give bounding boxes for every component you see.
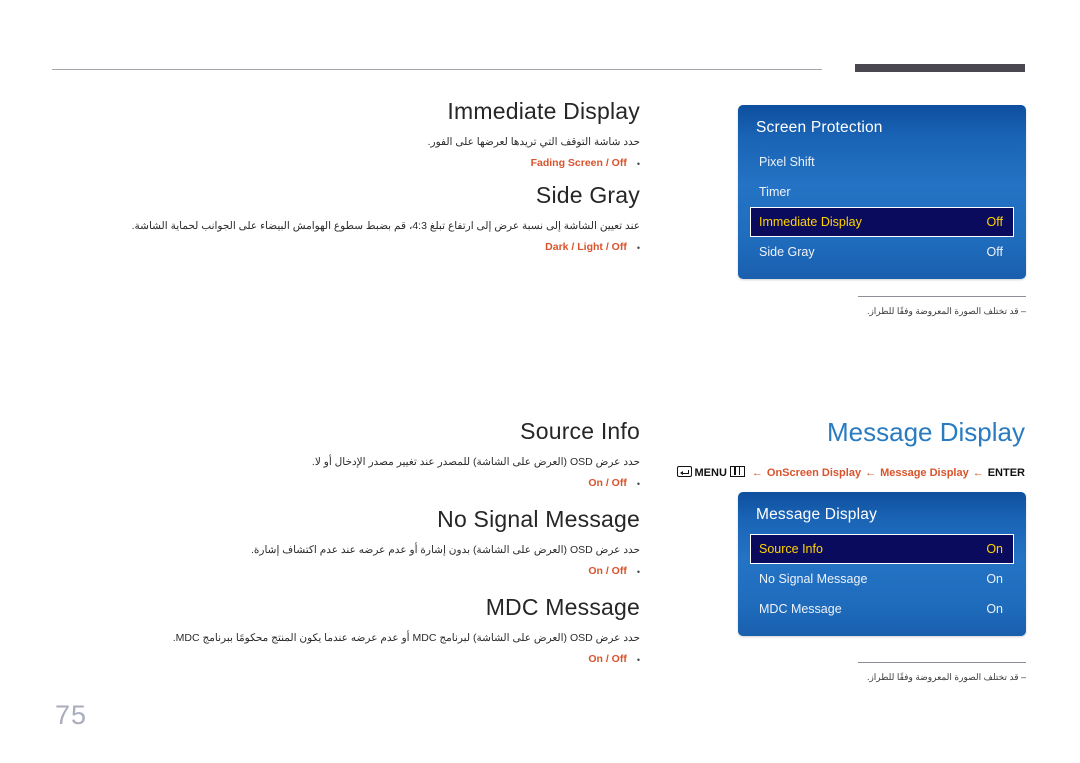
footnote-text: ‒ قد تختلف الصورة المعروضة وفقًا للطراز. xyxy=(866,672,1026,682)
enter-icon xyxy=(676,466,692,477)
breadcrumb: MENU ← OnScreen Display ← Message Display ← EN… xyxy=(620,466,1025,479)
osd-menu-item-immediate-display[interactable]: Immediate Display Off xyxy=(750,207,1014,237)
bullet-marker: • xyxy=(636,654,640,665)
osd-item-label: Immediate Display xyxy=(759,215,862,229)
section-description: حدد عرض OSD (العرض على الشاشة) بدون إشار… xyxy=(250,543,640,556)
osd-item-label: Source Info xyxy=(759,542,823,556)
osd-item-label: MDC Message xyxy=(759,602,842,616)
osd-item-value: Off xyxy=(986,215,1003,229)
breadcrumb-arrow: ← xyxy=(972,467,984,479)
manual-page: Immediate Display حدد شاشة التوقف التي ت… xyxy=(0,0,1080,763)
section-description: عند تعيين الشاشة إلى نسبة عرض إلى ارتفاع… xyxy=(131,219,640,232)
footnote-divider xyxy=(858,296,1026,297)
section-side-gray: Side Gray عند تعيين الشاشة إلى نسبة عرض … xyxy=(120,182,640,253)
section-immediate-display: Immediate Display حدد شاشة التوقف التي ت… xyxy=(120,98,640,169)
osd-menu-item-pixel-shift[interactable]: Pixel Shift xyxy=(750,147,1014,177)
option-values: Dark / Light / Off xyxy=(545,241,627,254)
osd-item-label: Pixel Shift xyxy=(759,155,815,169)
option-values: On / Off xyxy=(588,565,627,578)
osd-panel-screen-protection: Screen Protection Pixel Shift Timer Imme… xyxy=(738,105,1026,279)
header-accent-bar xyxy=(855,64,1025,72)
breadcrumb-enter-label[interactable]: ENTER xyxy=(988,467,1025,479)
section-no-signal-message: No Signal Message حدد عرض OSD (العرض على… xyxy=(120,506,640,577)
osd-item-value: On xyxy=(986,602,1003,616)
osd-item-value: On xyxy=(986,542,1003,556)
bullet-marker: • xyxy=(636,242,640,253)
bullet-marker: • xyxy=(636,566,640,577)
osd-menu-item-timer[interactable]: Timer xyxy=(750,177,1014,207)
osd-panel-title: Message Display xyxy=(756,506,878,523)
option-values: Fading Screen / Off xyxy=(530,157,627,170)
section-options: • On / Off xyxy=(120,653,640,665)
section-options: • Dark / Light / Off xyxy=(120,241,640,253)
footnote-top: ‒ قد تختلف الصورة المعروضة وفقًا للطراز. xyxy=(736,296,1026,318)
footnote-text: ‒ قد تختلف الصورة المعروضة وفقًا للطراز. xyxy=(866,306,1026,316)
section-title: Side Gray xyxy=(535,182,640,208)
section-description: حدد عرض OSD (العرض على الشاشة) للمصدر عن… xyxy=(311,455,640,468)
page-number: 75 xyxy=(55,700,88,730)
osd-menu-item-mdc-message[interactable]: MDC Message On xyxy=(750,594,1014,624)
osd-item-value: Off xyxy=(986,245,1003,259)
footnote-divider xyxy=(858,662,1026,663)
osd-panel-title: Screen Protection xyxy=(756,119,883,136)
section-mdc-message: MDC Message حدد عرض OSD (العرض على الشاش… xyxy=(120,594,640,665)
option-values: On / Off xyxy=(588,653,627,666)
menu-icon xyxy=(729,466,745,477)
breadcrumb-arrow: ← xyxy=(751,467,763,479)
section-description: حدد عرض OSD (العرض على الشاشة) لبرنامج M… xyxy=(172,631,640,644)
osd-menu-item-side-gray[interactable]: Side Gray Off xyxy=(750,237,1014,267)
osd-menu-item-no-signal-message[interactable]: No Signal Message On xyxy=(750,564,1014,594)
osd-item-label: Timer xyxy=(759,185,791,199)
section-source-info: Source Info حدد عرض OSD (العرض على الشاش… xyxy=(120,418,640,489)
section-title: No Signal Message xyxy=(437,506,640,532)
section-title: Source Info xyxy=(520,418,640,444)
breadcrumb-level-2[interactable]: Message Display xyxy=(880,467,969,479)
section-title: Immediate Display xyxy=(447,98,640,124)
bullet-marker: • xyxy=(636,478,640,489)
breadcrumb-menu-label[interactable]: MENU xyxy=(695,467,727,479)
osd-item-value: On xyxy=(986,572,1003,586)
section-options: • On / Off xyxy=(120,565,640,577)
header-rule xyxy=(52,69,822,70)
section-title: MDC Message xyxy=(485,594,640,620)
bullet-marker: • xyxy=(636,158,640,169)
section-description: حدد شاشة التوقف التي تريدها لعرضها على ا… xyxy=(427,135,640,148)
osd-menu-item-source-info[interactable]: Source Info On xyxy=(750,534,1014,564)
option-values: On / Off xyxy=(588,477,627,490)
section-options: • On / Off xyxy=(120,477,640,489)
osd-item-label: Side Gray xyxy=(759,245,815,259)
breadcrumb-arrow: ← xyxy=(865,467,877,479)
footnote-bottom: ‒ قد تختلف الصورة المعروضة وفقًا للطراز. xyxy=(736,662,1026,684)
page-title: Message Display xyxy=(827,417,1025,447)
breadcrumb-level-1[interactable]: OnScreen Display xyxy=(767,467,861,479)
section-options: • Fading Screen / Off xyxy=(120,157,640,169)
osd-item-label: No Signal Message xyxy=(759,572,868,586)
osd-panel-message-display: Message Display Source Info On No Signal… xyxy=(738,492,1026,636)
